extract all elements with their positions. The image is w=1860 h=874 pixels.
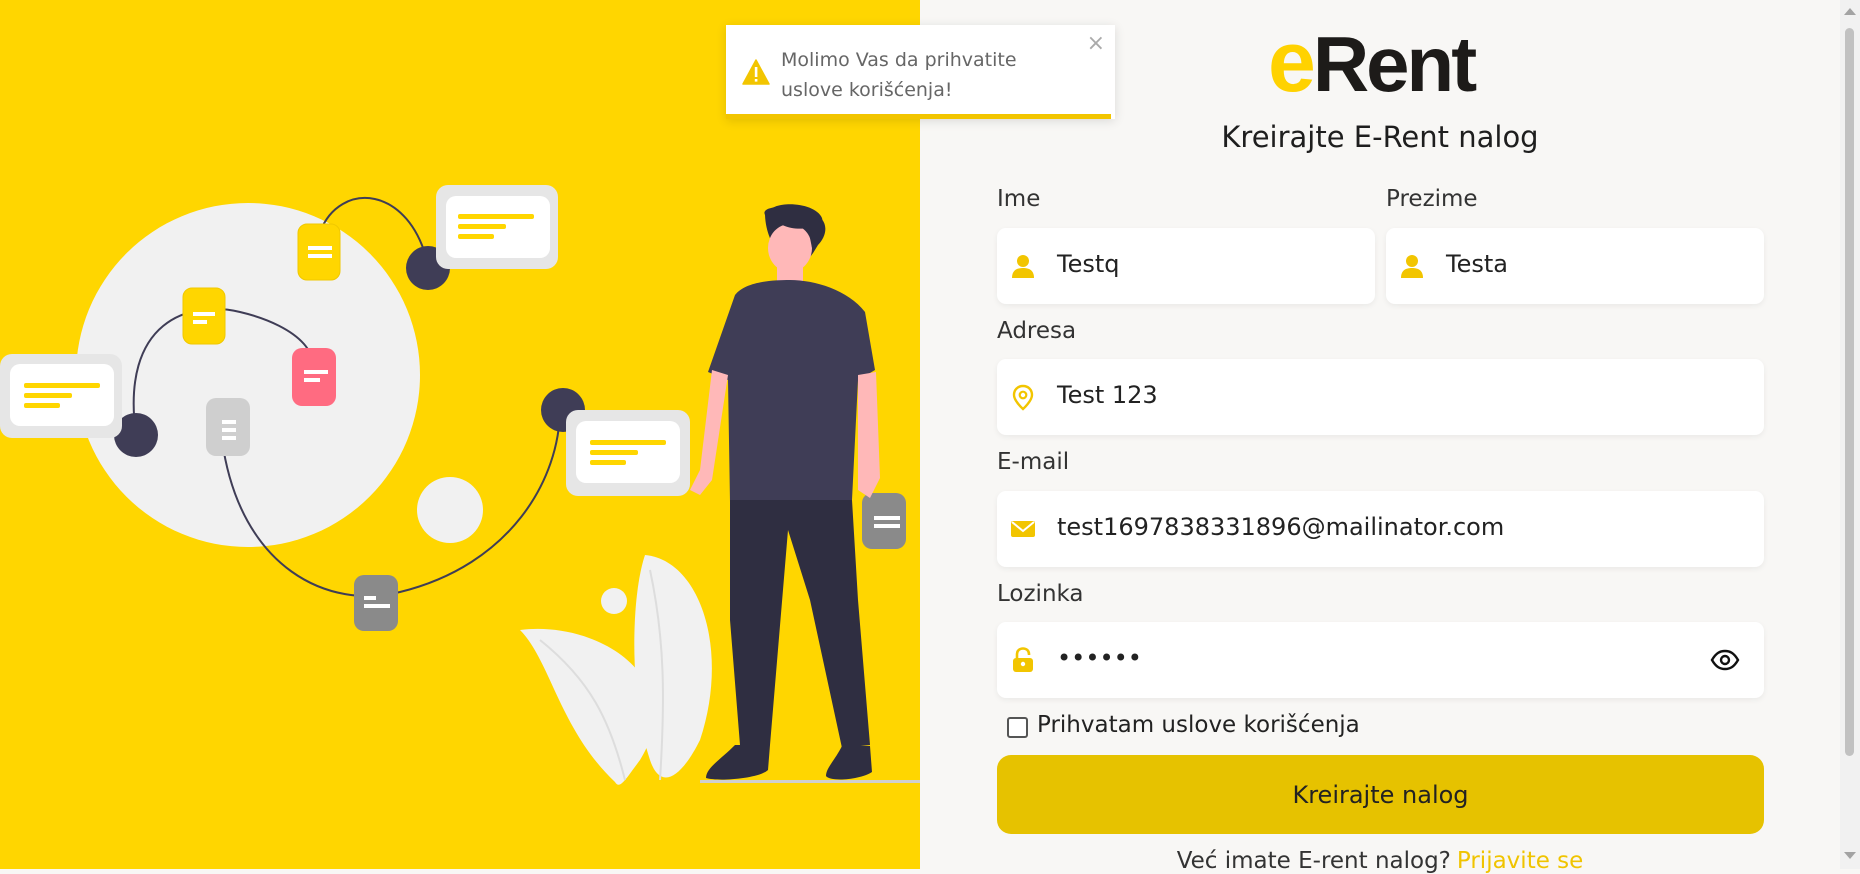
login-prompt: Već imate E-rent nalog? Prijavite se	[920, 848, 1840, 874]
first-name-label: Ime	[997, 186, 1041, 212]
scroll-down-arrow[interactable]	[1844, 852, 1856, 859]
password-value[interactable]: ••••••	[1057, 644, 1142, 672]
scrollbar[interactable]	[1840, 0, 1860, 869]
toast-message: Molimo Vas da prihvatite uslove korišćen…	[781, 49, 1017, 101]
email-label: E-mail	[997, 449, 1070, 475]
illustration	[0, 185, 920, 785]
password-field[interactable]: ••••••	[997, 622, 1764, 698]
email-value[interactable]: test1697838331896@mailinator.com	[1057, 513, 1504, 541]
login-prompt-text: Već imate E-rent nalog?	[1176, 848, 1451, 874]
address-label: Adresa	[997, 318, 1077, 344]
scroll-up-arrow[interactable]	[1844, 8, 1856, 15]
scrollbar-thumb[interactable]	[1845, 28, 1854, 756]
last-name-field[interactable]: Testa	[1386, 228, 1764, 304]
page-title: Kreirajte E-Rent nalog	[1221, 120, 1539, 154]
envelope-icon	[1011, 521, 1035, 537]
terms-checkbox[interactable]	[1007, 717, 1028, 738]
login-link[interactable]: Prijavite se	[1457, 848, 1583, 874]
lock-icon	[1013, 647, 1033, 672]
eye-icon[interactable]	[1710, 646, 1740, 674]
address-value[interactable]: Test 123	[1057, 381, 1158, 409]
warning-icon	[742, 59, 770, 85]
illustration-panel	[0, 0, 920, 869]
last-name-label: Prezime	[1386, 186, 1478, 212]
warning-toast: Molimo Vas da prihvatite uslove korišćen…	[726, 25, 1115, 119]
address-field[interactable]: Test 123	[997, 359, 1764, 435]
toast-close-button[interactable]: ×	[1087, 31, 1105, 56]
password-label: Lozinka	[997, 581, 1084, 607]
last-name-value[interactable]: Testa	[1446, 250, 1508, 278]
first-name-field[interactable]: Testq	[997, 228, 1375, 304]
email-field[interactable]: test1697838331896@mailinator.com	[997, 491, 1764, 567]
location-pin-icon	[1012, 384, 1034, 411]
user-icon	[1401, 255, 1423, 278]
first-name-value[interactable]: Testq	[1057, 250, 1120, 278]
toast-progress-bar	[726, 114, 1112, 119]
create-account-button[interactable]: Kreirajte nalog	[997, 755, 1764, 834]
terms-label: Prihvatam uslove korišćenja	[1037, 712, 1360, 738]
user-icon	[1012, 255, 1034, 278]
erent-logo: eRent	[1268, 14, 1477, 110]
